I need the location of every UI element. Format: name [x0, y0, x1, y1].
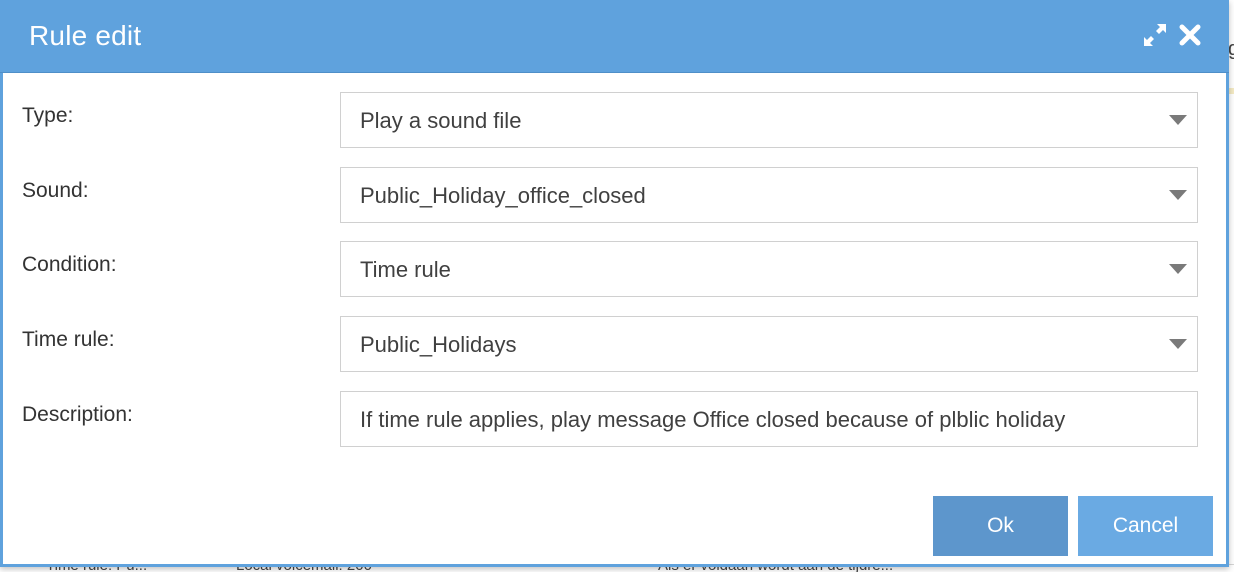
description-row: Description: If time rule applies, play …: [3, 391, 1229, 447]
sound-row: Sound: Public_Holiday_office_closed: [3, 167, 1229, 223]
description-label: Description:: [22, 403, 133, 426]
time-rule-value: Public_Holidays: [360, 332, 517, 357]
time-rule-select[interactable]: Public_Holidays: [340, 316, 1198, 372]
background-highlight-band: [1229, 88, 1234, 94]
time-rule-row: Time rule: Public_Holidays: [3, 316, 1229, 372]
rule-edit-dialog: Rule edit Type: Play a sound file Sound:…: [0, 0, 1229, 567]
type-label: Type:: [22, 104, 74, 127]
condition-label: Condition:: [22, 253, 117, 276]
maximize-arrows-icon[interactable]: [1142, 22, 1168, 48]
chevron-down-icon[interactable]: [1169, 264, 1187, 274]
time-rule-label: Time rule:: [22, 328, 115, 351]
sound-label: Sound:: [22, 179, 89, 202]
description-input[interactable]: If time rule applies, play message Offic…: [340, 391, 1198, 447]
type-row: Type: Play a sound file: [3, 92, 1229, 148]
cancel-button[interactable]: Cancel: [1078, 496, 1213, 556]
description-value: If time rule applies, play message Offic…: [360, 407, 1066, 432]
dialog-title: Rule edit: [29, 20, 142, 51]
chevron-down-icon[interactable]: [1169, 115, 1187, 125]
close-x-icon[interactable]: [1177, 22, 1203, 48]
sound-value: Public_Holiday_office_closed: [360, 183, 646, 208]
chevron-down-icon[interactable]: [1169, 190, 1187, 200]
condition-row: Condition: Time rule: [3, 241, 1229, 297]
sound-select[interactable]: Public_Holiday_office_closed: [340, 167, 1198, 223]
type-value: Play a sound file: [360, 108, 522, 133]
condition-select[interactable]: Time rule: [340, 241, 1198, 297]
type-select[interactable]: Play a sound file: [340, 92, 1198, 148]
ok-button[interactable]: Ok: [933, 496, 1068, 556]
chevron-down-icon[interactable]: [1169, 339, 1187, 349]
dialog-header: Rule edit: [0, 0, 1229, 73]
condition-value: Time rule: [360, 257, 451, 282]
